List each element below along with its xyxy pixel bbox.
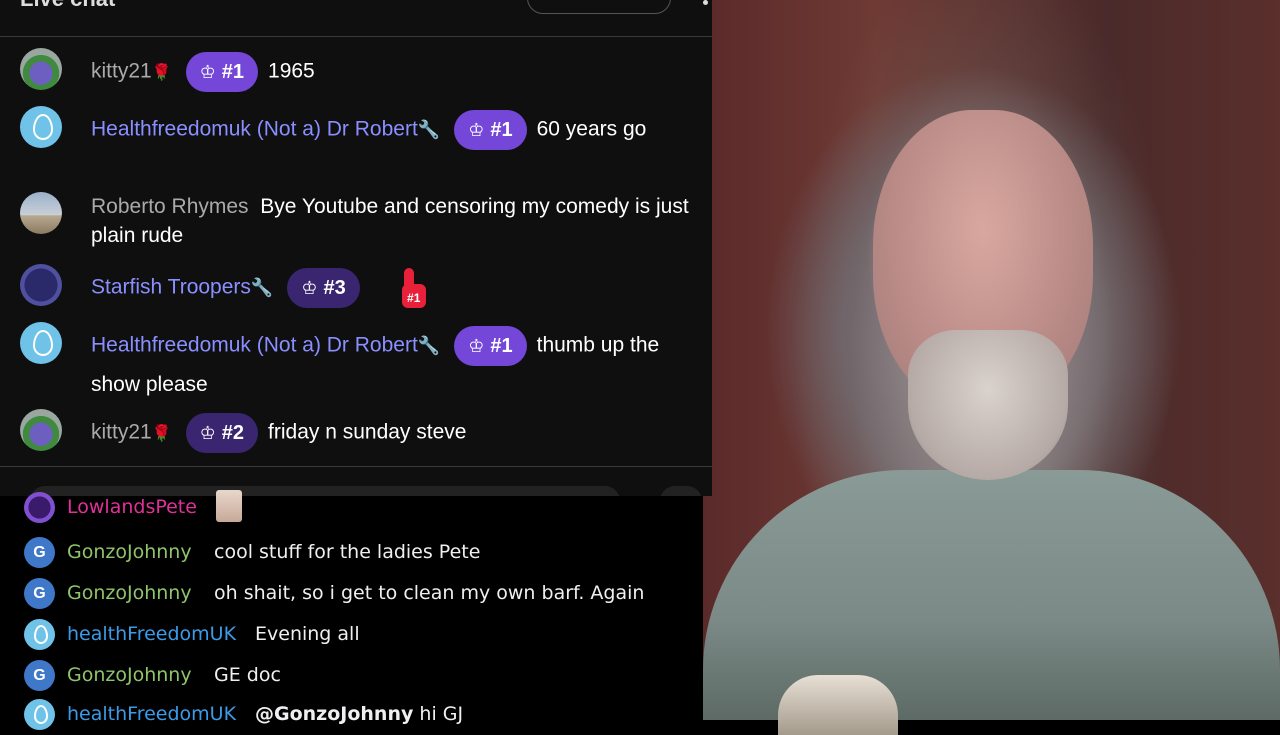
author-name[interactable]: healthFreedomUK: [67, 619, 236, 649]
user-mention[interactable]: @GonzoJohnny: [255, 703, 413, 725]
author-name[interactable]: healthFreedomUK: [67, 699, 236, 729]
crown-icon: ♔: [199, 62, 216, 82]
more-options-icon[interactable]: [703, 0, 708, 5]
wrench-icon: 🔧: [417, 335, 441, 356]
message-text: friday n sunday steve: [268, 420, 467, 444]
chat-title: Live chat: [20, 0, 115, 12]
sticker-label: #1: [401, 284, 426, 308]
chat-divider: [0, 466, 712, 467]
avatar[interactable]: [20, 264, 62, 306]
message-text: Evening all: [255, 623, 360, 645]
rose-icon: 🌹: [151, 64, 172, 82]
author-name[interactable]: Healthfreedomuk (Not a) Dr Robert: [91, 334, 418, 357]
author-name[interactable]: kitty21: [91, 421, 152, 444]
avatar[interactable]: [20, 409, 62, 451]
rank-badge: ♔ #1: [185, 52, 259, 92]
message-text: @GonzoJohnny hi GJ: [255, 699, 463, 729]
badge-rank: #1: [221, 61, 245, 83]
avatar[interactable]: G: [24, 660, 55, 691]
chat-header: Live chat: [0, 0, 712, 37]
rose-icon: 🌹: [151, 425, 172, 443]
badge-rank: #2: [221, 422, 245, 444]
avatar[interactable]: [20, 322, 62, 364]
webcam-person-beard: [908, 330, 1068, 480]
chat-mode-selector[interactable]: [527, 0, 671, 14]
message-text: GE doc: [214, 664, 281, 686]
author-name[interactable]: kitty21: [91, 60, 152, 83]
message-text: 1965: [268, 59, 315, 83]
rank-badge: ♔ #2: [185, 413, 259, 453]
crown-icon: ♔: [301, 278, 318, 298]
author-name[interactable]: GonzoJohnny: [67, 660, 192, 690]
emote-image: [216, 490, 242, 522]
wrench-icon: 🔧: [250, 277, 274, 298]
author-name[interactable]: Roberto Rhymes: [91, 195, 249, 218]
avatar[interactable]: [24, 619, 55, 650]
message-text: 60 years go: [536, 117, 647, 141]
message-text: oh shait, so i get to clean my own barf.…: [214, 582, 645, 604]
avatar[interactable]: G: [24, 578, 55, 609]
crown-icon: ♔: [199, 423, 216, 443]
badge-rank: #1: [490, 335, 513, 357]
avatar[interactable]: [24, 492, 55, 523]
rank-badge: ♔ #1: [454, 326, 527, 366]
crown-icon: ♔: [468, 120, 485, 140]
author-name[interactable]: Healthfreedomuk (Not a) Dr Robert: [91, 118, 418, 141]
webcam-feed: [703, 0, 1280, 735]
message-remainder: hi GJ: [413, 703, 464, 725]
avatar[interactable]: [20, 106, 62, 148]
webcam-person-shirt: [703, 470, 1280, 720]
crown-icon: ♔: [468, 336, 485, 356]
avatar[interactable]: [24, 699, 55, 730]
author-name[interactable]: LowlandsPete: [67, 492, 197, 522]
secondary-chat: LowlandsPete G GonzoJohnny cool stuff fo…: [0, 490, 703, 730]
author-name[interactable]: GonzoJohnny: [67, 537, 192, 567]
rank-badge: ♔ #3: [287, 268, 360, 308]
author-name[interactable]: GonzoJohnny: [67, 578, 192, 608]
badge-rank: #1: [490, 119, 513, 141]
foam-finger-sticker: #1: [400, 268, 426, 308]
youtube-live-chat: Live chat kitty21🌹♔#11965 Healthfreedomu…: [0, 0, 712, 516]
rank-badge: ♔ #1: [454, 110, 527, 150]
avatar[interactable]: G: [24, 537, 55, 568]
message-text: cool stuff for the ladies Pete: [214, 541, 481, 563]
avatar[interactable]: [20, 192, 62, 234]
microphone: [778, 675, 898, 735]
author-name[interactable]: Starfish Troopers: [91, 276, 251, 299]
avatar[interactable]: [20, 48, 62, 90]
wrench-icon: 🔧: [417, 119, 441, 140]
badge-rank: #3: [323, 277, 346, 299]
